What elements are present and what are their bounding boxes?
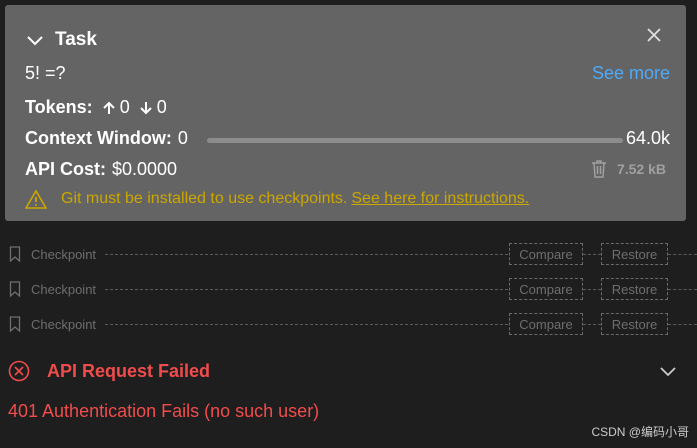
- api-error-header[interactable]: API Request Failed: [8, 359, 688, 383]
- arrow-down-icon: [139, 101, 152, 114]
- error-circle-icon: [8, 360, 30, 382]
- divider: [583, 254, 601, 255]
- tokens-row: Tokens: 0 0: [25, 97, 167, 118]
- chevron-down-icon[interactable]: [25, 30, 45, 50]
- checkpoint-row: Checkpoint Compare Restore: [0, 243, 697, 267]
- warning-icon: [25, 189, 47, 209]
- restore-button[interactable]: Restore: [601, 313, 668, 335]
- api-cost-row: API Cost: $0.0000: [25, 159, 177, 180]
- context-progress-bar: [207, 138, 623, 143]
- tokens-in: 0: [119, 97, 130, 117]
- task-text: 5! =?: [25, 63, 66, 83]
- checkpoint-label: Checkpoint: [31, 247, 97, 262]
- warning-text: Git must be installed to use checkpoints…: [61, 190, 348, 207]
- divider: [583, 289, 601, 290]
- arrow-up-icon: [102, 101, 115, 114]
- compare-button[interactable]: Compare: [509, 278, 583, 300]
- checkpoint-row: Checkpoint Compare Restore: [0, 313, 697, 337]
- divider: [668, 324, 697, 325]
- restore-button[interactable]: Restore: [601, 278, 668, 300]
- watermark: CSDN @编码小哥: [591, 425, 689, 439]
- task-size: 7.52 kB: [591, 160, 666, 178]
- bookmark-icon: [9, 316, 21, 332]
- compare-button[interactable]: Compare: [509, 313, 583, 335]
- instructions-link[interactable]: See here for instructions.: [351, 190, 529, 208]
- checkpoint-label: Checkpoint: [31, 317, 97, 332]
- divider: [668, 254, 697, 255]
- task-header[interactable]: Task: [25, 29, 97, 51]
- cost-value: $0.0000: [112, 159, 178, 179]
- checkpoint-row: Checkpoint Compare Restore: [0, 278, 697, 302]
- error-title: API Request Failed: [47, 360, 211, 381]
- see-more-link[interactable]: See more: [592, 63, 670, 84]
- size-value: 7.52 kB: [616, 161, 666, 177]
- task-panel: Task 5! =? See more Tokens: 0 0 Context …: [5, 5, 686, 221]
- divider: [105, 254, 508, 255]
- cost-label: API Cost:: [25, 159, 106, 179]
- restore-button[interactable]: Restore: [601, 243, 668, 265]
- compare-button[interactable]: Compare: [509, 243, 583, 265]
- context-window-row: Context Window: 0: [25, 128, 188, 149]
- error-message: 401 Authentication Fails (no such user): [8, 401, 320, 421]
- divider: [583, 324, 601, 325]
- tokens-label: Tokens:: [25, 97, 93, 117]
- context-label: Context Window:: [25, 128, 172, 148]
- tokens-out: 0: [156, 97, 167, 117]
- task-title: Task: [55, 29, 97, 50]
- trash-icon[interactable]: [591, 160, 607, 178]
- chevron-down-icon[interactable]: [658, 361, 678, 381]
- bookmark-icon: [9, 246, 21, 262]
- context-max: 64.0k: [625, 128, 670, 148]
- divider: [105, 324, 508, 325]
- close-icon[interactable]: [644, 25, 664, 45]
- divider: [105, 289, 508, 290]
- git-warning: Git must be installed to use checkpoints…: [25, 189, 529, 209]
- bookmark-icon: [9, 281, 21, 297]
- divider: [668, 289, 697, 290]
- context-used: 0: [177, 128, 188, 148]
- checkpoint-label: Checkpoint: [31, 282, 97, 297]
